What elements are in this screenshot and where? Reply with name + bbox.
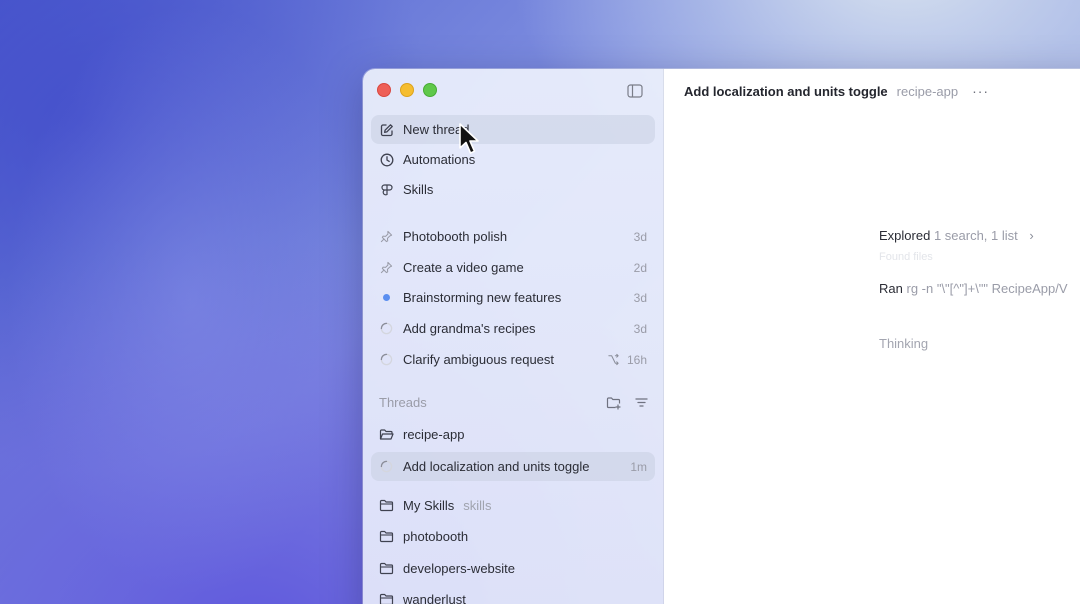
project-folder-wanderlust[interactable]: wanderlust — [371, 585, 655, 604]
main-pane: Add localization and units toggle recipe… — [664, 69, 1080, 604]
new-thread-label: New thread — [403, 122, 470, 137]
project-name: My Skills — [403, 498, 455, 513]
more-options-icon[interactable]: ··· — [972, 83, 989, 99]
folder-icon — [379, 529, 394, 544]
project-name: developers-website — [403, 561, 516, 576]
thread-project-label[interactable]: recipe-app — [897, 84, 958, 99]
threads-section-header: Threads — [379, 395, 649, 410]
compose-icon — [379, 122, 394, 137]
project-name: photobooth — [403, 529, 469, 544]
folder-open-icon — [379, 427, 394, 442]
folder-icon — [379, 498, 394, 513]
project-folder-developers-website[interactable]: developers-website — [371, 554, 655, 583]
skills-nav-item[interactable]: Skills — [371, 175, 655, 204]
new-thread-button[interactable]: New thread — [371, 115, 655, 144]
pin-icon — [379, 229, 394, 244]
thread-title: Brainstorming new features — [403, 290, 562, 305]
skills-icon — [379, 182, 394, 197]
project-folder-photobooth[interactable]: photobooth — [371, 522, 655, 551]
thread-item-active[interactable]: Add localization and units toggle 1m — [371, 452, 655, 481]
new-folder-icon[interactable] — [606, 395, 621, 410]
clock-icon — [379, 152, 394, 167]
automations-label: Automations — [403, 152, 476, 167]
faded-log-text: Found files — [879, 251, 933, 263]
thread-title: Clarify ambiguous request — [403, 352, 555, 367]
ran-verb: Ran — [879, 281, 903, 296]
filter-icon[interactable] — [634, 395, 649, 410]
thinking-status: Thinking — [879, 336, 929, 351]
thread-item[interactable]: Photobooth polish 3d — [371, 222, 655, 251]
thread-age: 3d — [633, 229, 647, 244]
pin-icon — [379, 260, 394, 275]
app-window: New thread Automations Skills Photobooth… — [363, 69, 1080, 604]
spinner-icon — [379, 321, 394, 336]
spinner-icon — [379, 459, 394, 474]
folder-icon — [379, 561, 394, 576]
thread-title: Add grandma's recipes — [403, 321, 536, 336]
thread-item[interactable]: Create a video game 2d — [371, 253, 655, 282]
thread-header: Add localization and units toggle recipe… — [684, 83, 989, 99]
unread-dot-icon — [379, 290, 394, 305]
explored-log-line[interactable]: Explored 1 search, 1 list › — [879, 228, 1034, 243]
project-folder-my-skills[interactable]: My Skills skills — [371, 491, 655, 520]
zoom-window-button[interactable] — [423, 83, 437, 97]
thread-item[interactable]: Add grandma's recipes 3d — [371, 314, 655, 343]
window-controls — [377, 83, 437, 97]
threads-header-label: Threads — [379, 395, 427, 410]
folder-icon — [379, 592, 394, 604]
close-window-button[interactable] — [377, 83, 391, 97]
thread-age: 1m — [630, 459, 647, 474]
branch-icon — [606, 352, 621, 367]
thread-title: Add localization and units toggle — [403, 459, 590, 474]
project-folder-recipe-app[interactable]: recipe-app — [371, 420, 655, 449]
sidebar: New thread Automations Skills Photobooth… — [363, 69, 664, 604]
ran-command: rg -n "\"[^"]+\"" RecipeApp/V — [906, 281, 1068, 296]
explored-verb: Explored — [879, 228, 931, 243]
thread-age: 16h — [626, 352, 647, 367]
minimize-window-button[interactable] — [400, 83, 414, 97]
thread-title-heading: Add localization and units toggle — [684, 83, 888, 99]
project-name: recipe-app — [403, 427, 465, 442]
thread-age: 3d — [633, 321, 647, 336]
spinner-icon — [379, 352, 394, 367]
project-path: skills — [463, 498, 492, 513]
thread-title: Create a video game — [403, 260, 524, 275]
explored-detail: 1 search, 1 list — [933, 228, 1018, 243]
thread-title: Photobooth polish — [403, 229, 508, 244]
chevron-right-icon: › — [1029, 228, 1034, 243]
thread-age: 3d — [633, 290, 647, 305]
automations-nav-item[interactable]: Automations — [371, 145, 655, 174]
project-name: wanderlust — [403, 592, 466, 604]
skills-label: Skills — [403, 182, 434, 197]
thread-age: 2d — [633, 260, 647, 275]
sidebar-toggle-icon[interactable] — [627, 84, 643, 98]
thread-item[interactable]: Brainstorming new features 3d — [371, 283, 655, 312]
thread-item[interactable]: Clarify ambiguous request 16h — [371, 345, 655, 374]
ran-log-line[interactable]: Ran rg -n "\"[^"]+\"" RecipeApp/V — [879, 281, 1068, 296]
